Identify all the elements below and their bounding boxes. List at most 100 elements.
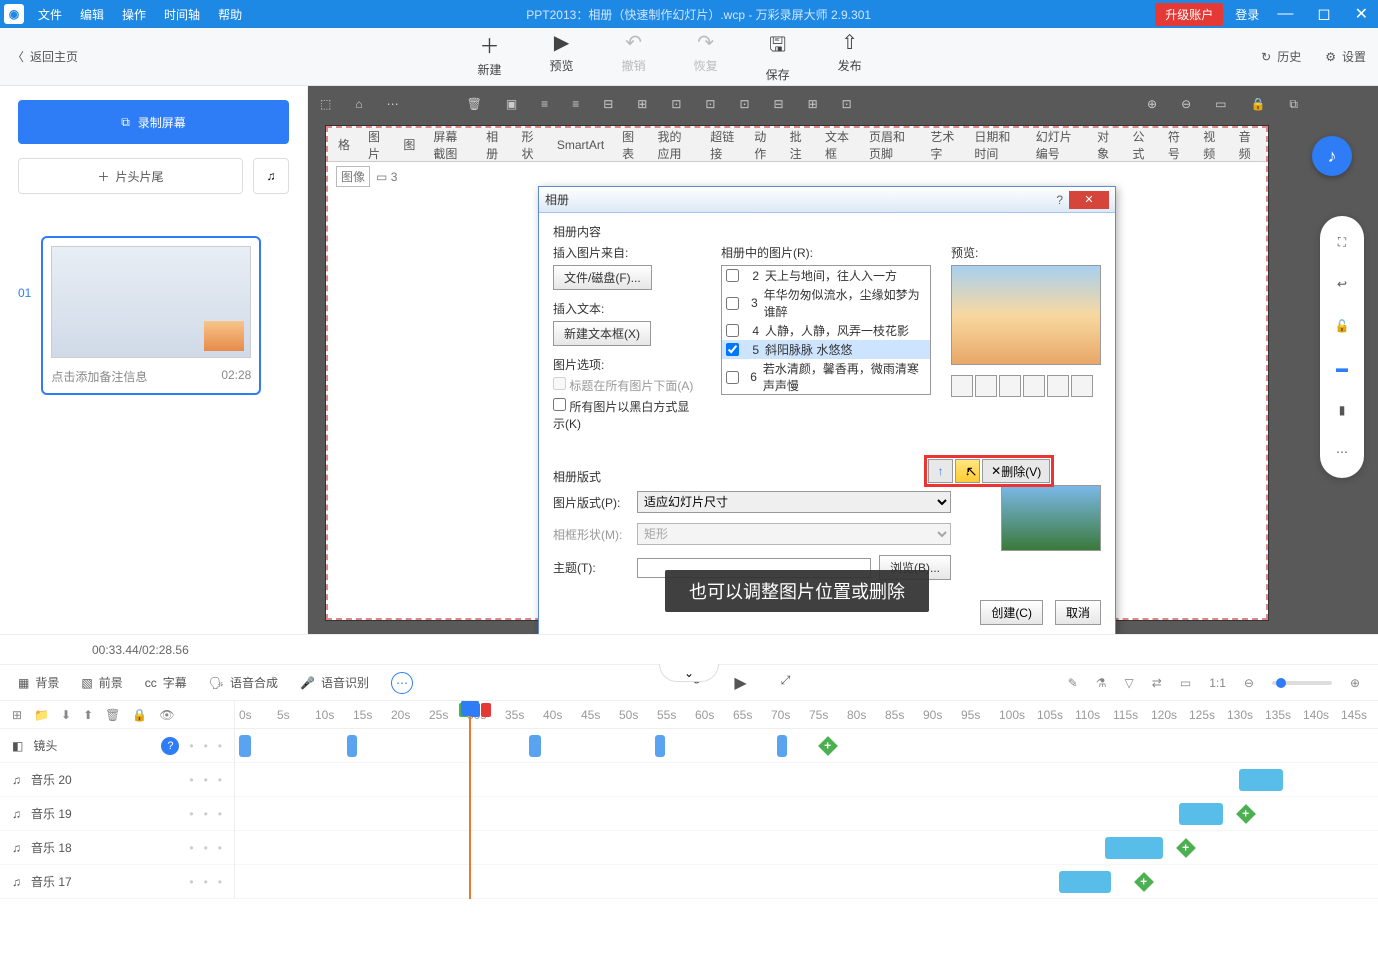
ribbon-item[interactable]: 我的应用 [654, 126, 697, 164]
copy-icon[interactable]: ⧉ [1289, 97, 1298, 112]
tool-icon[interactable]: ⊟ [774, 97, 784, 111]
menu-file[interactable]: 文件 [38, 6, 62, 23]
keyframe-icon[interactable] [1236, 804, 1256, 824]
asr-button[interactable]: 🎤语音识别 [300, 674, 369, 691]
thumb-note[interactable]: 点击添加备注信息 [51, 368, 147, 385]
cancel-button[interactable]: 取消 [1055, 600, 1101, 625]
menu-action[interactable]: 操作 [122, 6, 146, 23]
keyframe-icon[interactable] [818, 736, 838, 756]
minimize-icon[interactable]: — [1271, 5, 1299, 23]
adjust-icon[interactable]: ⇄ [1152, 676, 1162, 690]
edit-icon[interactable]: ✎ [1068, 676, 1078, 690]
crop-icon[interactable]: ▣ [506, 97, 517, 111]
track-header[interactable]: ♫音乐 18••• [0, 831, 234, 865]
screen-icon[interactable]: ▭ [1180, 676, 1191, 690]
tool-icon[interactable]: ⊡ [739, 97, 749, 111]
keyframe-icon[interactable] [1134, 872, 1154, 892]
dialog-close-icon[interactable]: ✕ [1069, 191, 1109, 209]
dot3[interactable]: • [218, 807, 222, 821]
toolbar-新建[interactable]: ＋新建 [478, 30, 502, 83]
ribbon-item[interactable]: 幻灯片编号 [1032, 126, 1083, 164]
brightness-up-icon[interactable] [1047, 375, 1069, 397]
dot3[interactable]: • [218, 841, 222, 855]
keyframe-icon[interactable] [1176, 838, 1196, 858]
track-header[interactable]: ♫音乐 17••• [0, 865, 234, 899]
audio-track[interactable] [235, 865, 1378, 899]
zoom-in-icon[interactable]: ⊕ [1350, 676, 1360, 690]
maximize-icon[interactable]: ◻ [1311, 4, 1336, 24]
picture-list-item[interactable]: 6若水清颜，馨香再，微雨清寒声声慢 [722, 359, 930, 395]
ruler[interactable]: 0s5s10s15s20s25s30s35s40s45s50s55s60s65s… [235, 701, 1378, 729]
delete-button[interactable]: ✕ 删除(V) [982, 459, 1050, 483]
picture-list-item[interactable]: 5斜阳脉脉 水悠悠 [722, 340, 930, 359]
zoom-slider[interactable] [1272, 681, 1332, 685]
close-icon[interactable]: ✕ [1349, 4, 1374, 24]
track-header[interactable]: ♫音乐 20••• [0, 763, 234, 797]
ribbon-item[interactable]: 屏幕截图 [429, 126, 472, 164]
zoom-out-icon[interactable]: ⊖ [1181, 97, 1191, 111]
ribbon-item[interactable]: 格 [334, 134, 354, 155]
eye-icon[interactable]: 👁 [159, 708, 174, 722]
dot3[interactable]: • [218, 773, 222, 787]
settings-button[interactable]: ⚙设置 [1325, 48, 1366, 65]
dot2[interactable]: • [204, 807, 208, 821]
head-tail-button[interactable]: ＋片头片尾 [18, 158, 243, 194]
menu-help[interactable]: 帮助 [218, 6, 242, 23]
fit-icon[interactable]: ▭ [1215, 97, 1226, 111]
playhead[interactable] [469, 701, 471, 899]
dot1[interactable]: • [189, 773, 193, 787]
history-button[interactable]: ↻历史 [1261, 48, 1301, 65]
dot2[interactable]: • [204, 875, 208, 889]
toolbar-预览[interactable]: ▶预览 [550, 30, 574, 83]
collapse-icon[interactable]: ⌄ [659, 664, 719, 682]
picture-list-item[interactable]: 3年华勿匆似流水，尘缘如梦为谁醉 [722, 285, 930, 321]
move-down-button[interactable]: ↓↖ [955, 459, 980, 483]
dot1[interactable]: • [189, 739, 193, 753]
ribbon-item[interactable]: 动作 [750, 126, 775, 164]
move-up-button[interactable]: ↑ [928, 459, 953, 483]
ribbon-item[interactable]: 艺术字 [926, 126, 960, 164]
more-round-icon[interactable]: ⋯ [391, 672, 413, 694]
tool-icon[interactable]: ⊡ [671, 97, 681, 111]
dot1[interactable]: • [189, 875, 193, 889]
dot2[interactable]: • [204, 739, 208, 753]
music-fab[interactable]: ♪ [1312, 136, 1352, 176]
more-icon[interactable]: ⋯ [1330, 440, 1354, 464]
help-icon[interactable]: ? [161, 737, 179, 755]
back-home-button[interactable]: 〈 返回主页 [12, 48, 78, 65]
lock-icon[interactable]: 🔒 [1250, 97, 1265, 111]
ribbon-item[interactable]: 超链接 [706, 126, 740, 164]
tool-icon[interactable]: ⬚ [320, 97, 331, 111]
dot1[interactable]: • [189, 841, 193, 855]
contrast-down-icon[interactable] [1023, 375, 1045, 397]
undo-icon[interactable]: ↩ [1330, 272, 1354, 296]
align-icon[interactable]: ≡ [572, 97, 579, 111]
trash-icon[interactable]: 🗑 [105, 708, 120, 722]
audio-track[interactable] [235, 831, 1378, 865]
play-icon[interactable]: ▶ [734, 673, 746, 693]
ribbon-item[interactable]: 视频 [1199, 126, 1224, 164]
picture-list-item[interactable]: 4人静，人静，风弄一枝花影 [722, 321, 930, 340]
dot2[interactable]: • [204, 841, 208, 855]
brightness-down-icon[interactable] [1071, 375, 1093, 397]
subtitle-button[interactable]: cc字幕 [145, 674, 187, 691]
unlock-icon[interactable]: 🔓 [1330, 314, 1354, 338]
picture-list-item[interactable]: 2天上与地间，往人入一方 [722, 266, 930, 285]
dot2[interactable]: • [204, 773, 208, 787]
tool-icon[interactable]: ⊟ [603, 97, 613, 111]
tool-icon[interactable]: ⊡ [705, 97, 715, 111]
lock-icon[interactable]: 🔒 [132, 708, 147, 722]
tts-button[interactable]: 🗣语音合成 [209, 674, 278, 691]
ribbon-item[interactable]: 图表 [618, 126, 643, 164]
toolbar-保存[interactable]: 🖫保存 [766, 30, 790, 83]
tool-icon[interactable]: ⊞ [637, 97, 647, 111]
add-track-icon[interactable]: ⊞ [12, 708, 22, 722]
camera-track[interactable] [235, 729, 1378, 763]
home-icon[interactable]: ⌂ [355, 97, 362, 111]
toolbar-发布[interactable]: ⇧发布 [838, 30, 862, 83]
down-icon[interactable]: ⬇ [61, 708, 71, 722]
create-button[interactable]: 创建(C) [980, 600, 1043, 625]
track-header[interactable]: ♫音乐 19••• [0, 797, 234, 831]
ratio-icon[interactable]: 1:1 [1209, 676, 1226, 690]
ribbon-item[interactable]: 日期和时间 [970, 126, 1021, 164]
